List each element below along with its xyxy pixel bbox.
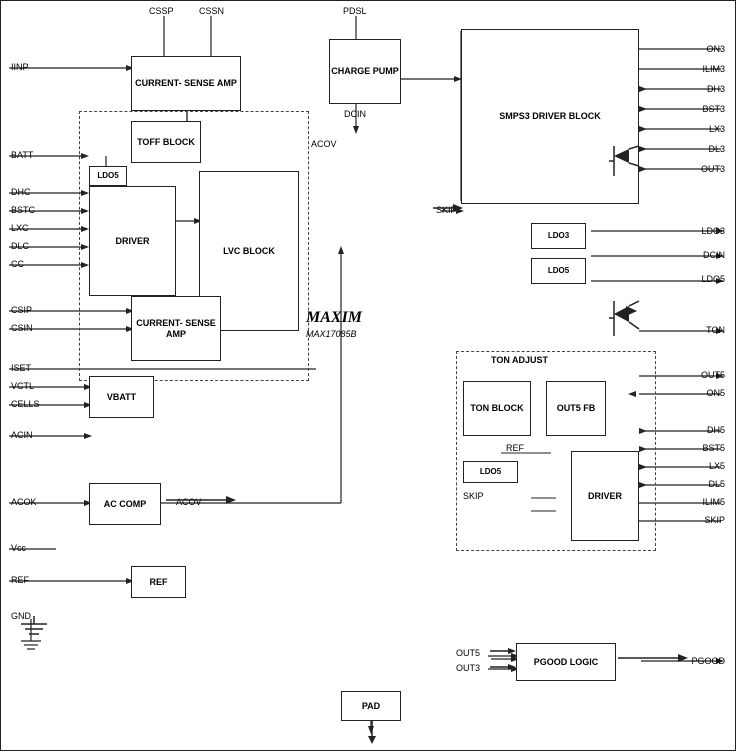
ldo5-bot-block: LDO5	[463, 461, 518, 483]
skip-right-label: SKIP	[704, 515, 725, 525]
dhc-label: DHC	[11, 187, 31, 197]
ilim3-label: ILIM3	[702, 64, 725, 74]
on5-right-label: ON5	[706, 388, 725, 398]
cssp-label: CSSP	[149, 6, 174, 16]
bstc-label: BSTC	[11, 205, 35, 215]
maxim-model: MAX17085B	[306, 329, 357, 339]
cells-label: CELLS	[11, 399, 40, 409]
cc-label: CC	[11, 259, 24, 269]
maxim-logo: MAXIM	[306, 309, 362, 327]
pgood-logic-block: PGOOD LOGIC	[516, 643, 616, 681]
csip-label: CSIP	[11, 305, 32, 315]
skip-ton-label: SKIP	[463, 491, 484, 501]
out5-right-label: OUT5	[701, 370, 725, 380]
dcin-cp-label: DCIN	[344, 109, 366, 119]
ldo3-right-block: LDO3	[531, 223, 586, 249]
dl5-label: DL5	[708, 479, 725, 489]
ton-block: TON BLOCK	[463, 381, 531, 436]
ilim5-label: ILIM5	[702, 497, 725, 507]
ton-right-label: TON	[706, 325, 725, 335]
on3-label: ON3	[706, 44, 725, 54]
out3-right-label: OUT3	[701, 164, 725, 174]
iset-label: ISET	[11, 363, 31, 373]
ref-left-label: REF	[11, 575, 29, 585]
ldo3-pin-label: LDO3	[701, 226, 725, 236]
bst3-label: BST3	[702, 104, 725, 114]
ref-block: REF	[131, 566, 186, 598]
current-sense-amp-top-block: CURRENT- SENSE AMP	[131, 56, 241, 111]
csin-label: CSIN	[11, 323, 33, 333]
ldo5-right-block: LDO5	[531, 258, 586, 284]
pad-block: PAD	[341, 691, 401, 721]
ton-adjust-label: TON ADJUST	[491, 355, 548, 365]
dh3-label: DH3	[707, 84, 725, 94]
vcc-label: Vcc	[11, 543, 26, 553]
driver-right-block: DRIVER	[571, 451, 639, 541]
iinp-label: IINP	[11, 62, 29, 72]
ac-comp-block: AC COMP	[89, 483, 161, 525]
acok-label: ACOK	[11, 497, 37, 507]
charge-pump-block: CHARGE PUMP	[329, 39, 401, 104]
dcin-right-label: DCIN	[703, 250, 725, 260]
dl3-label: DL3	[708, 144, 725, 154]
left-circuit-dashed	[79, 111, 309, 381]
out5-fb-block: OUT5 FB	[546, 381, 606, 436]
acov-cp-label: ACOV	[311, 139, 337, 149]
acin-label: ACIN	[11, 430, 33, 440]
batt-label: BATT	[11, 150, 33, 160]
lx3-label: LX3	[709, 124, 725, 134]
dh5-label: DH5	[707, 425, 725, 435]
vbatt-block: VBATT	[89, 376, 154, 418]
diagram: CSSP CSSN PDSL CURRENT- SENSE AMP IINP T…	[0, 0, 736, 751]
pdsl-label: PDSL	[343, 6, 367, 16]
dlc-label: DLC	[11, 241, 29, 251]
ldo5-pin-label: LDO5	[701, 274, 725, 284]
vctl-label: VCTL	[11, 381, 34, 391]
bst5-label: BST5	[702, 443, 725, 453]
lxc-label: LXC	[11, 223, 29, 233]
cssn-label: CSSN	[199, 6, 224, 16]
lx5-label: LX5	[709, 461, 725, 471]
